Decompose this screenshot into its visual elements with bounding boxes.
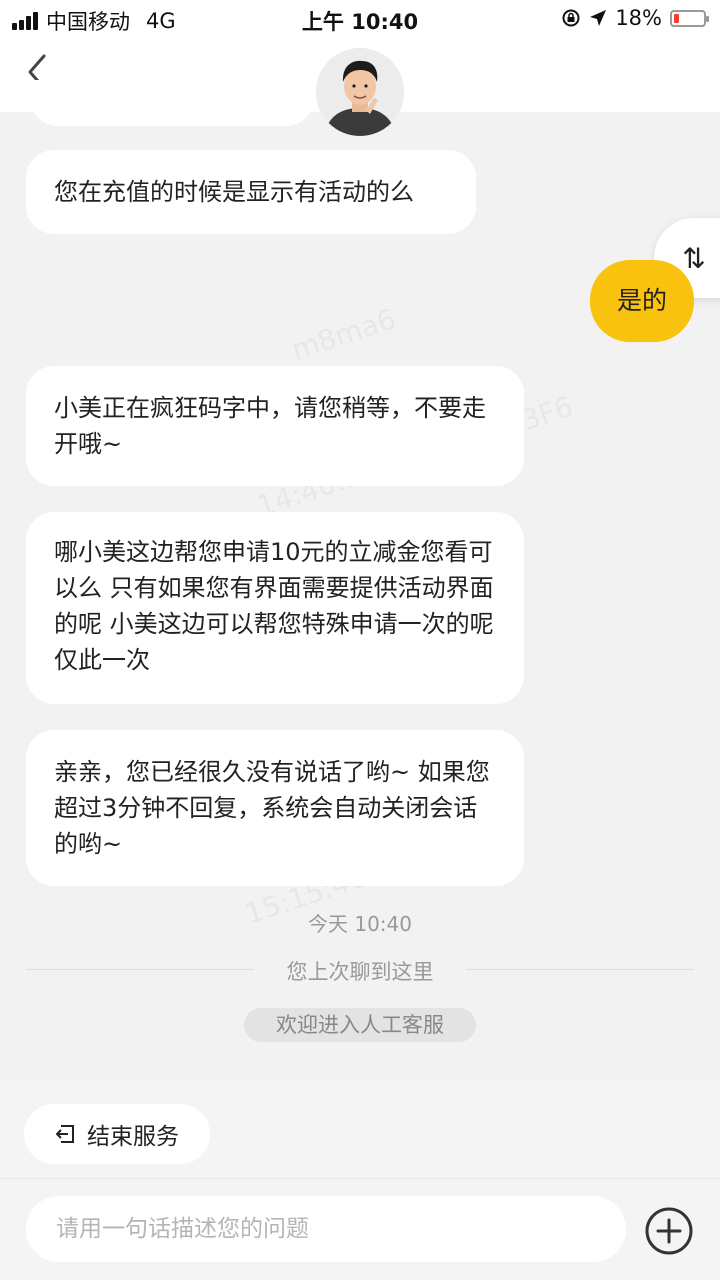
battery-fill [674, 13, 679, 23]
end-service-label: 结束服务 [87, 1124, 179, 1150]
message-bubble-incoming: 您在充值的时候是显示有活动的么 [26, 150, 476, 234]
message-bubble-incoming: 哪小美这边帮您申请10元的立减金您看可以么 只有如果您有界面需要提供活动界面的呢… [26, 512, 524, 704]
rotation-lock-icon [562, 9, 580, 27]
exit-icon [56, 1125, 74, 1143]
plus-circle-icon[interactable] [644, 1206, 694, 1256]
message-text: 您在充值的时候是显示有活动的么 [54, 178, 414, 206]
message-bubble-incoming: 小美正在疯狂码字中，请您稍等，不要走开哦~ [26, 366, 524, 486]
message-bubble-outgoing: 是的 [590, 260, 694, 342]
chat-timestamp: 今天 10:40 [308, 912, 412, 936]
system-notice: 欢迎进入人工客服 [244, 1008, 476, 1042]
last-chat-marker: 您上次聊到这里 [286, 960, 434, 984]
watermark: m8ma6 [288, 302, 400, 367]
message-text: 是的 [616, 286, 667, 315]
message-input[interactable] [26, 1196, 626, 1262]
previous-message-bubble [30, 80, 314, 126]
status-bar: 中国移动 4G 上午 10:40 18% [0, 0, 720, 36]
divider [466, 969, 694, 970]
location-arrow-icon [590, 10, 607, 26]
message-text: 哪小美这边帮您申请10元的立减金您看可以么 只有如果您有界面需要提供活动界面的呢… [54, 538, 494, 674]
end-service-button[interactable]: 结束服务 [24, 1104, 210, 1164]
divider [0, 1178, 720, 1179]
message-text: 亲亲，您已经很久没有说话了哟~ 如果您超过3分钟不回复，系统会自动关闭会话的哟~ [54, 758, 490, 858]
message-bubble-incoming: 亲亲，您已经很久没有说话了哟~ 如果您超过3分钟不回复，系统会自动关闭会话的哟~ [26, 730, 524, 886]
avatar-image [316, 48, 404, 136]
agent-avatar[interactable] [316, 48, 404, 136]
battery-icon [670, 9, 709, 27]
battery-percent: 18% [615, 6, 662, 30]
message-text: 小美正在疯狂码字中，请您稍等，不要走开哦~ [54, 394, 486, 458]
